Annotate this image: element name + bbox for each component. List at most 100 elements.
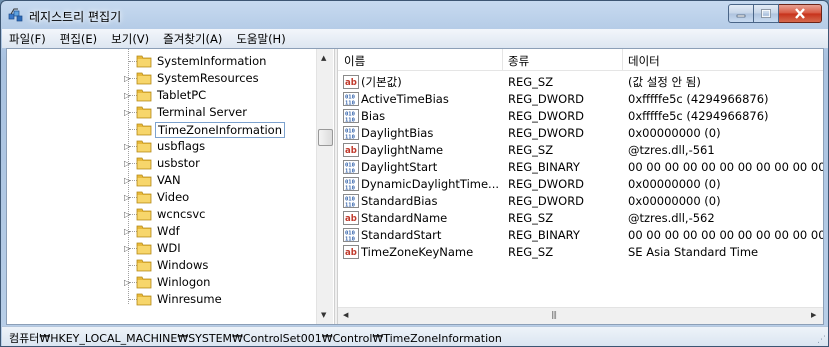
minimize-icon: [736, 14, 746, 17]
value-row[interactable]: ab DaylightName REG_SZ @tzres.dll,-561: [338, 142, 823, 159]
folder-icon: [136, 259, 152, 272]
value-row[interactable]: 010 110 Bias REG_DWORD 0xfffffe5c (429496687…: [338, 108, 823, 125]
column-header-name[interactable]: 이름: [344, 53, 365, 69]
value-type: REG_SZ: [508, 211, 554, 225]
tree-item-label[interactable]: Terminal Server: [155, 105, 249, 119]
scroll-right-arrow-icon[interactable]: ▶: [811, 311, 816, 319]
registry-editor-app-icon: [8, 8, 23, 22]
menu-view[interactable]: 보기(V): [109, 31, 151, 47]
expand-arrow-icon[interactable]: ▷: [124, 91, 133, 100]
value-name: StandardName: [361, 211, 448, 225]
tree-item-label[interactable]: Winlogon: [155, 275, 212, 289]
expand-arrow-icon[interactable]: ▷: [124, 74, 133, 83]
expand-arrow-icon[interactable]: ▷: [124, 193, 133, 202]
tree-item[interactable]: TimeZoneInformation: [7, 121, 317, 138]
tree-item-label[interactable]: Windows: [155, 258, 210, 272]
binary-value-icon: 010110: [343, 177, 359, 191]
tree-item[interactable]: ▷ Video: [7, 189, 317, 206]
string-value-icon: ab: [343, 211, 359, 225]
folder-icon: [136, 123, 152, 136]
column-header-data[interactable]: 데이터: [628, 53, 660, 69]
tree-item[interactable]: Windows: [7, 257, 317, 274]
menu-help[interactable]: 도움말(H): [234, 31, 287, 47]
value-row[interactable]: 010 110 DynamicDaylightTime... REG_DWORD 0x0…: [338, 176, 823, 193]
expand-arrow-icon[interactable]: ▷: [124, 278, 133, 287]
scroll-up-arrow-icon[interactable]: ▲: [321, 54, 326, 62]
scroll-down-arrow-icon[interactable]: ▼: [321, 311, 326, 319]
tree-item[interactable]: ▷ usbstor: [7, 155, 317, 172]
maximize-button[interactable]: [754, 4, 779, 23]
value-row[interactable]: ab TimeZoneKeyName REG_SZ SE Asia Standard …: [338, 244, 823, 261]
tree-item-label[interactable]: usbstor: [155, 156, 202, 170]
folder-icon: [136, 106, 152, 119]
tree-item-label[interactable]: SystemResources: [155, 71, 261, 85]
value-row[interactable]: ab (기본값) REG_SZ (값 설정 안 됨): [338, 74, 823, 91]
menu-favorites[interactable]: 즐겨찾기(A): [161, 31, 224, 47]
scroll-thumb[interactable]: [318, 129, 333, 146]
value-name: (기본값): [361, 75, 402, 89]
binary-value-icon: 010110: [343, 92, 359, 106]
tree-item[interactable]: ▷ usbflags: [7, 138, 317, 155]
binary-value-icon: 010110: [343, 194, 359, 208]
resize-grip-icon[interactable]: ⋰: [817, 335, 826, 345]
folder-icon: [136, 72, 152, 85]
tree-item-label[interactable]: TimeZoneInformation: [155, 122, 285, 138]
close-button[interactable]: [779, 4, 822, 23]
expand-arrow-icon[interactable]: ▷: [124, 227, 133, 236]
tree-vertical-scrollbar[interactable]: ▲ ▼: [316, 49, 333, 324]
value-data: 0x00000000 (0): [628, 177, 721, 191]
value-row[interactable]: 010 110 DaylightStart REG_BINARY 00 00 00 00…: [338, 159, 823, 176]
tree-item[interactable]: ▷ Winlogon: [7, 274, 317, 291]
tree-item-label[interactable]: VAN: [155, 173, 183, 187]
scroll-left-arrow-icon[interactable]: ◀: [343, 311, 348, 319]
tree-item-label[interactable]: TabletPC: [155, 88, 208, 102]
value-row[interactable]: 010 110 StandardBias REG_DWORD 0x00000000 (0…: [338, 193, 823, 210]
expand-arrow-icon[interactable]: ▷: [124, 108, 133, 117]
binary-value-icon: 010110: [343, 228, 359, 242]
expand-arrow-icon[interactable]: ▷: [124, 159, 133, 168]
column-header-type[interactable]: 종류: [508, 53, 529, 69]
svg-text:110: 110: [345, 101, 355, 107]
expand-arrow-icon[interactable]: ▷: [124, 210, 133, 219]
svg-text:ab: ab: [345, 146, 357, 156]
folder-icon: [136, 157, 152, 170]
folder-icon: [136, 140, 152, 153]
list-horizontal-scrollbar[interactable]: ◀ ||| ▶: [338, 307, 823, 324]
tree-item[interactable]: Winresume: [7, 291, 317, 308]
tree-item[interactable]: ▷ SystemResources: [7, 70, 317, 87]
value-type: REG_SZ: [508, 75, 554, 89]
tree-item[interactable]: ▷ WDI: [7, 240, 317, 257]
tree-item-label[interactable]: usbflags: [155, 139, 207, 153]
value-row[interactable]: 010 110 ActiveTimeBias REG_DWORD 0xfffffe5c …: [338, 91, 823, 108]
tree-item-label[interactable]: Wdf: [155, 224, 182, 238]
tree-item-label[interactable]: Winresume: [155, 292, 224, 306]
expand-arrow-icon[interactable]: ▷: [124, 142, 133, 151]
tree-item[interactable]: ▷ Terminal Server: [7, 104, 317, 121]
value-row[interactable]: 010 110 DaylightBias REG_DWORD 0x00000000 (0…: [338, 125, 823, 142]
expand-arrow-icon[interactable]: ▷: [124, 176, 133, 185]
value-name: StandardStart: [361, 228, 442, 242]
minimize-button[interactable]: [728, 4, 754, 23]
expand-arrow-icon[interactable]: ▷: [124, 244, 133, 253]
menu-file[interactable]: 파일(F): [7, 31, 48, 47]
tree-item[interactable]: ▷ TabletPC: [7, 87, 317, 104]
tree-item-label[interactable]: wcncsvc: [155, 207, 207, 221]
tree-item-label[interactable]: WDI: [155, 241, 183, 255]
folder-icon: [136, 225, 152, 238]
value-row[interactable]: ab StandardName REG_SZ @tzres.dll,-562: [338, 210, 823, 227]
folder-icon: [136, 276, 152, 289]
column-divider[interactable]: [502, 49, 503, 70]
tree-item-label[interactable]: SystemInformation: [155, 54, 268, 68]
value-row[interactable]: 010 110 StandardStart REG_BINARY 00 00 00 00…: [338, 227, 823, 244]
tree-item[interactable]: SystemInformation: [7, 53, 317, 70]
column-divider[interactable]: [622, 49, 623, 70]
tree-item[interactable]: ▷ VAN: [7, 172, 317, 189]
tree-item[interactable]: ▷ wcncsvc: [7, 206, 317, 223]
menu-edit[interactable]: 편집(E): [58, 31, 99, 47]
tree-item-label[interactable]: Video: [155, 190, 191, 204]
tree-item[interactable]: ▷ Wdf: [7, 223, 317, 240]
svg-text:ab: ab: [345, 248, 357, 258]
title-bar[interactable]: 레지스트리 편집기: [1, 1, 828, 29]
value-name: StandardBias: [361, 194, 438, 208]
scroll-grip-icon[interactable]: |||: [551, 310, 557, 319]
